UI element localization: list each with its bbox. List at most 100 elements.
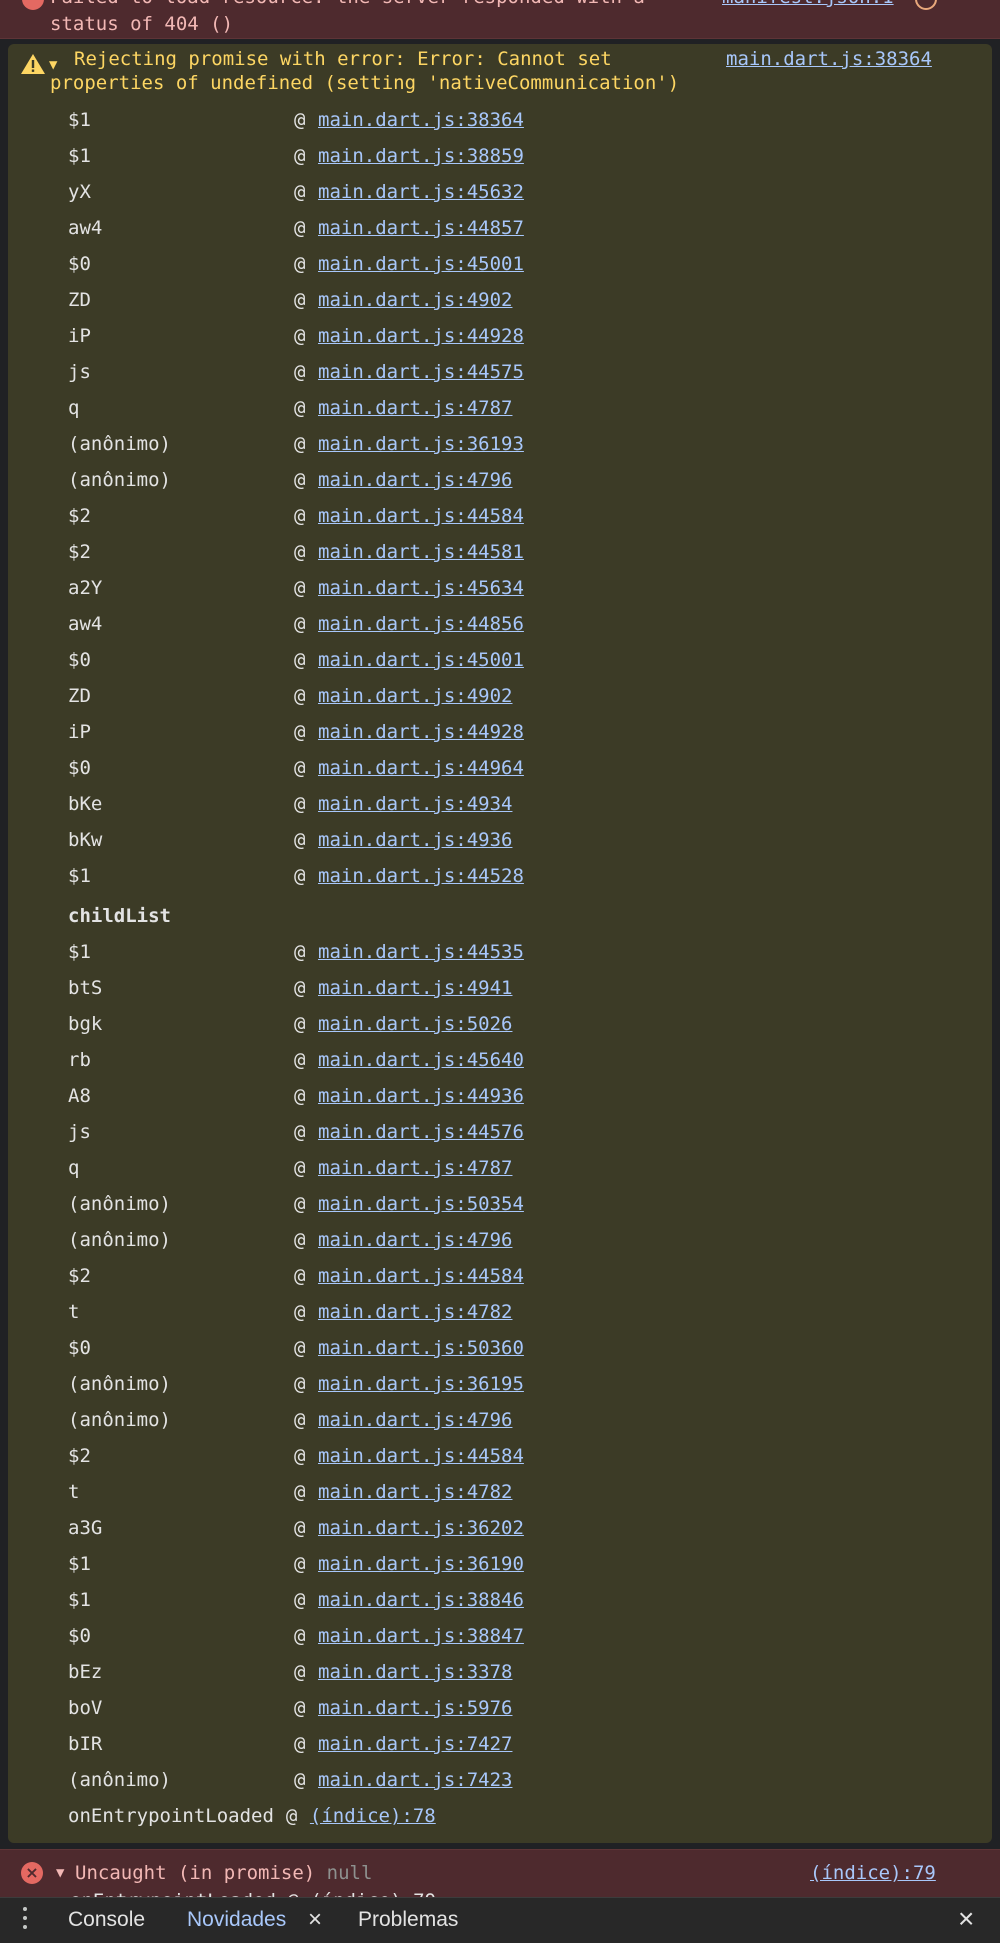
stack-source-link[interactable]: main.dart.js:44584 <box>318 1443 524 1469</box>
stack-source-link[interactable]: main.dart.js:7427 <box>318 1731 512 1757</box>
stack-function-name: $2 <box>68 541 91 563</box>
uncaught-error-label: Uncaught (in promise) <box>75 1862 316 1884</box>
stack-function-name: bKe <box>68 793 103 815</box>
warning-message: ▼ Rejecting promise with error: Error: C… <box>8 44 992 1843</box>
stack-at-symbol: @ <box>294 1553 306 1575</box>
warning-source-link[interactable]: main.dart.js:38364 <box>726 47 932 71</box>
stack-source-link[interactable]: main.dart.js:36195 <box>318 1371 524 1397</box>
stack-source-link[interactable]: main.dart.js:45632 <box>318 179 524 205</box>
stack-function-name: onEntrypointLoaded <box>68 1805 274 1827</box>
stack-source-link[interactable]: main.dart.js:5026 <box>318 1011 512 1037</box>
tab-console[interactable]: Console <box>68 1907 145 1933</box>
stack-source-link[interactable]: main.dart.js:44964 <box>318 755 524 781</box>
stack-source-link[interactable]: main.dart.js:4796 <box>318 467 512 493</box>
uncaught-error-source-link[interactable]: (índice):79 <box>810 1860 936 1886</box>
stack-source-link[interactable]: main.dart.js:44856 <box>318 611 524 637</box>
stack-at-symbol: @ <box>294 1337 306 1359</box>
stack-frame: boV @ main.dart.js:5976 <box>8 1690 992 1726</box>
stack-source-link[interactable]: main.dart.js:4902 <box>318 683 512 709</box>
stack-source-link[interactable]: main.dart.js:4796 <box>318 1407 512 1433</box>
stack-frame: $1 @ main.dart.js:38859 <box>8 138 992 174</box>
stack-source-link[interactable]: main.dart.js:45001 <box>318 647 524 673</box>
stack-source-link[interactable]: main.dart.js:4941 <box>318 975 512 1001</box>
stack-frame: (anônimo) @ main.dart.js:36193 <box>8 426 992 462</box>
stack-function-name: bgk <box>68 1013 103 1035</box>
stack-function-name: $0 <box>68 649 91 671</box>
stack-source-link[interactable]: main.dart.js:38846 <box>318 1587 524 1613</box>
stack-function-name: bIR <box>68 1733 103 1755</box>
stack-source-link[interactable]: main.dart.js:44575 <box>318 359 524 385</box>
stack-at-symbol: @ <box>294 1589 306 1611</box>
stack-frame: bIR @ main.dart.js:7427 <box>8 1726 992 1762</box>
stack-source-link[interactable]: main.dart.js:7423 <box>318 1767 512 1793</box>
stack-at-symbol: @ <box>294 757 306 779</box>
stack-function-name: bEz <box>68 1661 103 1683</box>
stack-source-link[interactable]: main.dart.js:38859 <box>318 143 524 169</box>
close-drawer-icon[interactable]: × <box>958 1905 974 1933</box>
close-tab-icon[interactable]: × <box>308 1907 322 1933</box>
stack-source-link[interactable]: main.dart.js:44928 <box>318 719 524 745</box>
stack-frame: (anônimo) @ main.dart.js:4796 <box>8 462 992 498</box>
stack-frame: yX @ main.dart.js:45632 <box>8 174 992 210</box>
stack-function-name: (anônimo) <box>68 1769 171 1791</box>
stack-source-link[interactable]: main.dart.js:36190 <box>318 1551 524 1577</box>
expand-triangle-icon[interactable]: ▼ <box>56 1860 64 1886</box>
stack-at-symbol: @ <box>294 613 306 635</box>
tab-novidades[interactable]: Novidades <box>187 1907 286 1933</box>
error-icon: × <box>21 1862 43 1884</box>
stack-function-name: A8 <box>68 1085 91 1107</box>
stack-frame: t @ main.dart.js:4782 <box>8 1474 992 1510</box>
network-icon[interactable] <box>915 0 937 10</box>
stack-frame: iP @ main.dart.js:44928 <box>8 318 992 354</box>
stack-source-link[interactable]: main.dart.js:4934 <box>318 791 512 817</box>
stack-source-link[interactable]: main.dart.js:36193 <box>318 431 524 457</box>
stack-source-link[interactable]: main.dart.js:45640 <box>318 1047 524 1073</box>
stack-source-link[interactable]: main.dart.js:38364 <box>318 107 524 133</box>
stack-frame: A8 @ main.dart.js:44936 <box>8 1078 992 1114</box>
stack-source-link[interactable]: main.dart.js:4796 <box>318 1227 512 1253</box>
stack-frame: js @ main.dart.js:44576 <box>8 1114 992 1150</box>
stack-function-name: $1 <box>68 145 91 167</box>
stack-source-link[interactable]: main.dart.js:44584 <box>318 1263 524 1289</box>
stack-source-link[interactable]: main.dart.js:3378 <box>318 1659 512 1685</box>
stack-at-symbol: @ <box>294 433 306 455</box>
stack-source-link[interactable]: main.dart.js:44936 <box>318 1083 524 1109</box>
stack-function-name: t <box>68 1481 80 1503</box>
stack-frame: rb @ main.dart.js:45640 <box>8 1042 992 1078</box>
stack-source-link[interactable]: main.dart.js:36202 <box>318 1515 524 1541</box>
stack-source-link[interactable]: main.dart.js:45634 <box>318 575 524 601</box>
stack-function-name: yX <box>68 181 91 203</box>
resource-error-source-link[interactable]: manifest.json:1 <box>722 0 894 11</box>
stack-source-link[interactable]: main.dart.js:4936 <box>318 827 512 853</box>
stack-source-link[interactable]: main.dart.js:44576 <box>318 1119 524 1145</box>
stack-source-link[interactable]: main.dart.js:45001 <box>318 251 524 277</box>
stack-at-symbol: @ <box>294 1301 306 1323</box>
stack-at-symbol: @ <box>294 253 306 275</box>
stack-function-name: js <box>68 361 91 383</box>
stack-function-name: (anônimo) <box>68 469 171 491</box>
stack-function-name: $2 <box>68 505 91 527</box>
tab-problemas[interactable]: Problemas <box>358 1907 458 1933</box>
stack-source-link[interactable]: main.dart.js:50354 <box>318 1191 524 1217</box>
stack-source-link[interactable]: main.dart.js:38847 <box>318 1623 524 1649</box>
stack-frame: (anônimo) @ main.dart.js:4796 <box>8 1222 992 1258</box>
stack-source-link[interactable]: main.dart.js:4782 <box>318 1479 512 1505</box>
warning-header[interactable]: ▼ Rejecting promise with error: Error: C… <box>8 44 992 100</box>
stack-source-link[interactable]: main.dart.js:4787 <box>318 1155 512 1181</box>
stack-source-link[interactable]: main.dart.js:44584 <box>318 503 524 529</box>
more-options-icon[interactable] <box>22 1907 28 1933</box>
stack-source-link[interactable]: main.dart.js:44581 <box>318 539 524 565</box>
stack-source-link[interactable]: main.dart.js:4902 <box>318 287 512 313</box>
warning-icon <box>21 54 45 74</box>
stack-source-link[interactable]: main.dart.js:44928 <box>318 323 524 349</box>
stack-source-link[interactable]: main.dart.js:4782 <box>318 1299 512 1325</box>
stack-source-link[interactable]: main.dart.js:44857 <box>318 215 524 241</box>
stack-frame: $2 @ main.dart.js:44584 <box>8 1438 992 1474</box>
stack-frame: iP @ main.dart.js:44928 <box>8 714 992 750</box>
stack-source-link[interactable]: main.dart.js:4787 <box>318 395 512 421</box>
stack-source-link[interactable]: main.dart.js:44528 <box>318 863 524 889</box>
stack-source-link[interactable]: (índice):78 <box>310 1803 436 1829</box>
stack-source-link[interactable]: main.dart.js:5976 <box>318 1695 512 1721</box>
stack-source-link[interactable]: main.dart.js:50360 <box>318 1335 524 1361</box>
stack-source-link[interactable]: main.dart.js:44535 <box>318 939 524 965</box>
